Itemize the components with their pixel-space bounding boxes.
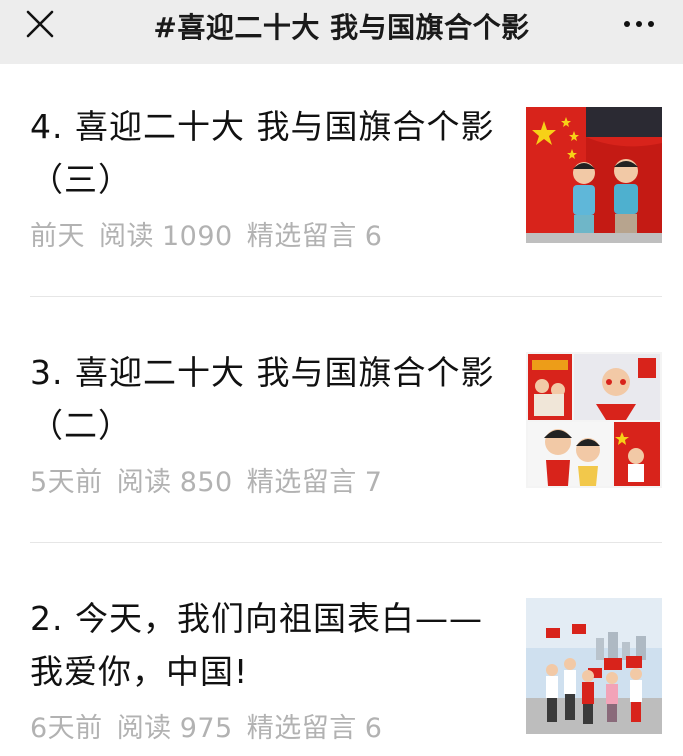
article-meta: 5天前 阅读 850 精选留言 7 xyxy=(30,460,396,499)
article-item[interactable]: 4. 喜迎二十大 我与国旗合个影（三） 前天 阅读 1090 精选留言 6 xyxy=(30,100,662,260)
article-meta: 6天前 阅读 975 精选留言 6 xyxy=(30,706,396,745)
read-count: 1090 xyxy=(162,221,233,252)
read-label: 阅读 xyxy=(116,713,172,744)
comment-label: 精选留言 xyxy=(246,221,357,252)
divider xyxy=(30,542,662,543)
article-date: 5天前 xyxy=(30,467,103,498)
article-thumbnail[interactable] xyxy=(526,598,662,734)
more-button[interactable] xyxy=(617,4,661,44)
read-count: 975 xyxy=(179,713,233,744)
page-title: #喜迎二十大 我与国旗合个影 xyxy=(153,11,530,44)
read-label: 阅读 xyxy=(99,221,154,252)
top-bar: #喜迎二十大 我与国旗合个影 xyxy=(0,0,683,64)
read-count: 850 xyxy=(179,467,233,498)
article-title[interactable]: 4. 喜迎二十大 我与国旗合个影（三） xyxy=(30,100,500,206)
article-date: 6天前 xyxy=(30,713,103,744)
article-date: 前天 xyxy=(30,221,85,252)
more-icon xyxy=(621,21,657,27)
close-button[interactable] xyxy=(20,4,60,44)
article-thumbnail[interactable] xyxy=(526,352,662,488)
article-title[interactable]: 3. 喜迎二十大 我与国旗合个影（二） xyxy=(30,346,500,452)
divider xyxy=(30,296,662,297)
close-icon xyxy=(26,10,54,38)
read-label: 阅读 xyxy=(116,467,172,498)
article-thumbnail[interactable] xyxy=(526,107,662,243)
article-item[interactable]: 3. 喜迎二十大 我与国旗合个影（二） 5天前 阅读 850 精选留言 7 xyxy=(30,346,662,506)
article-title[interactable]: 2. 今天，我们向祖国表白——我爱你，中国! xyxy=(30,592,500,698)
article-item[interactable]: 2. 今天，我们向祖国表白——我爱你，中国! 6天前 阅读 975 精选留言 6 xyxy=(30,592,662,752)
article-meta: 前天 阅读 1090 精选留言 6 xyxy=(30,214,396,253)
comment-label: 精选留言 xyxy=(246,713,357,744)
comment-label: 精选留言 xyxy=(246,467,357,498)
comment-count: 6 xyxy=(364,221,383,252)
comment-count: 7 xyxy=(364,467,383,498)
comment-count: 6 xyxy=(364,713,383,744)
